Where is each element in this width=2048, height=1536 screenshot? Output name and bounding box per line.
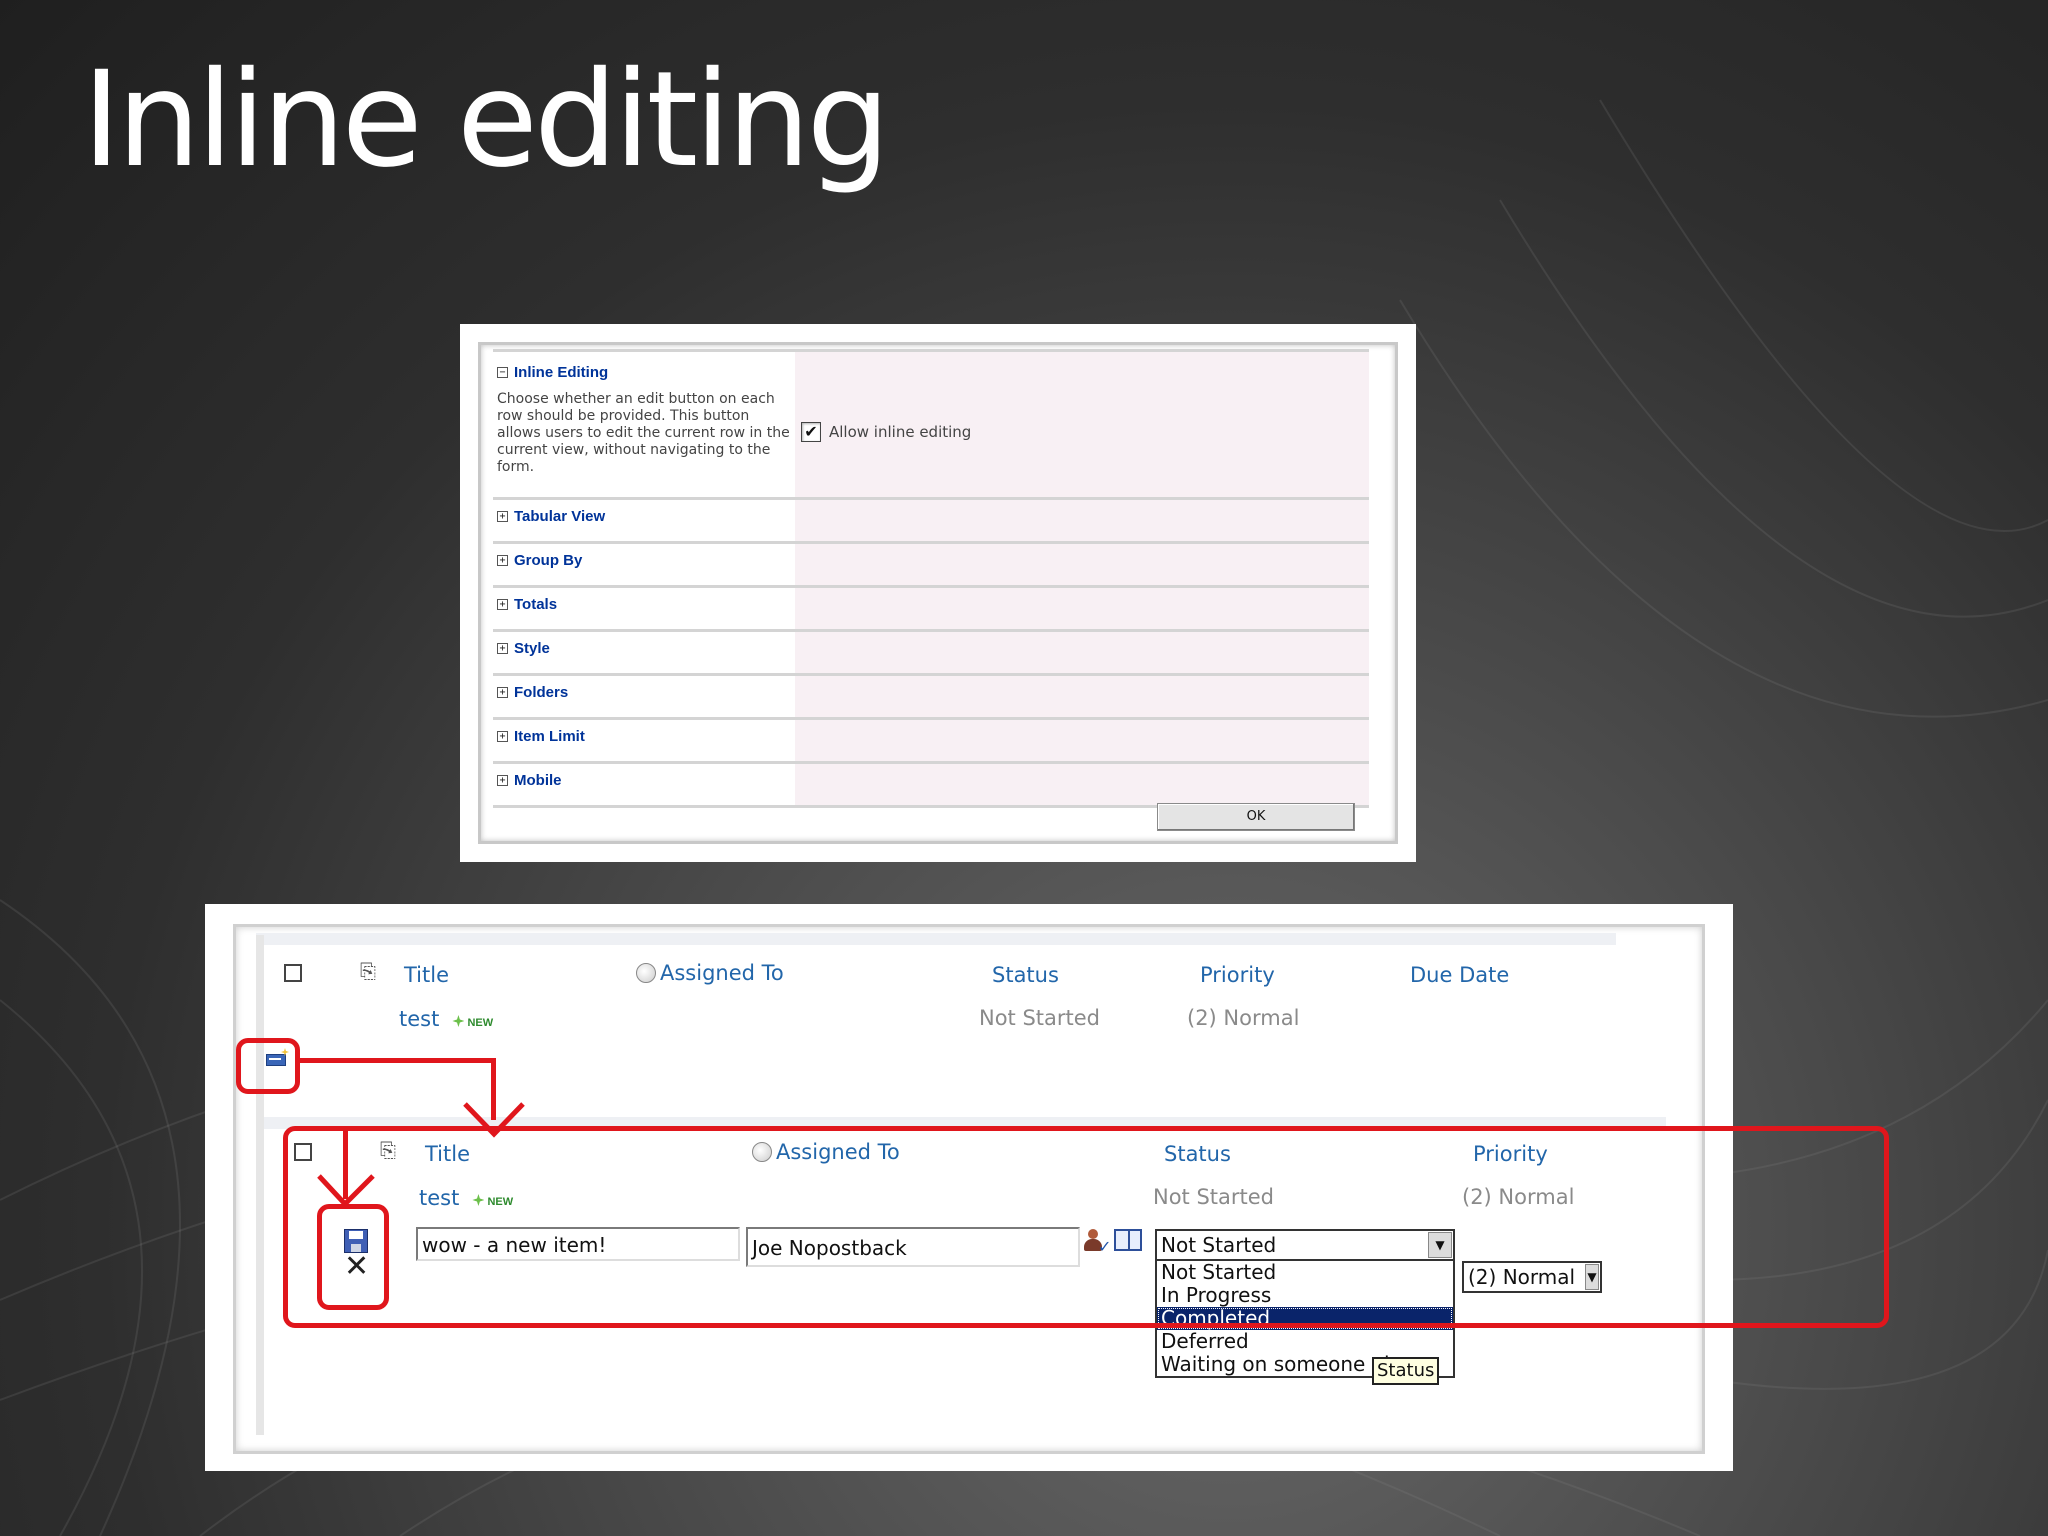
left-gutter xyxy=(256,935,264,1435)
attachment-icon: ⎘ xyxy=(360,959,376,983)
allow-inline-editing-row[interactable]: ✔ Allow inline editing xyxy=(801,422,971,442)
list-inline-edit-screenshot: ⎘ Title Assigned To Status Priority Due … xyxy=(205,904,1889,1471)
item-status: Not Started xyxy=(979,1006,1101,1030)
section-title[interactable]: Folders xyxy=(514,684,568,701)
section-title[interactable]: Totals xyxy=(514,596,557,613)
ok-button[interactable]: OK xyxy=(1157,803,1355,831)
view-settings-frame: − Inline Editing Choose whether an edit … xyxy=(478,342,1398,844)
list-header-bar xyxy=(256,933,1616,945)
allow-inline-editing-label[interactable]: Allow inline editing xyxy=(829,423,971,441)
expand-icon[interactable]: + xyxy=(497,599,508,610)
section-title[interactable]: Item Limit xyxy=(514,728,585,745)
expand-icon[interactable]: + xyxy=(497,687,508,698)
section-title-inline-editing[interactable]: Inline Editing xyxy=(514,364,608,381)
section-totals[interactable]: + Totals xyxy=(493,585,1369,629)
section-title[interactable]: Tabular View xyxy=(514,508,605,525)
column-header-assigned-to[interactable]: Assigned To xyxy=(636,961,784,985)
allow-inline-editing-checkbox[interactable]: ✔ xyxy=(801,422,821,442)
select-all-checkbox[interactable] xyxy=(284,964,302,982)
list-item: test NEW xyxy=(399,1007,493,1031)
section-tabular-view[interactable]: + Tabular View xyxy=(493,497,1369,541)
column-header-assigned-to-label[interactable]: Assigned To xyxy=(660,961,784,985)
settings-list: − Inline Editing Choose whether an edit … xyxy=(493,349,1369,808)
inline-editing-options: ✔ Allow inline editing xyxy=(795,352,1369,497)
section-folders[interactable]: + Folders xyxy=(493,673,1369,717)
slide-title: Inline editing xyxy=(82,43,890,197)
section-style[interactable]: + Style xyxy=(493,629,1369,673)
edit-icon-highlight xyxy=(236,1038,300,1094)
column-header-due-date[interactable]: Due Date xyxy=(1410,963,1509,987)
item-priority: (2) Normal xyxy=(1187,1006,1300,1030)
section-mobile[interactable]: + Mobile xyxy=(493,761,1369,805)
expand-icon[interactable]: + xyxy=(497,731,508,742)
edit-row-highlight xyxy=(283,1126,1889,1328)
annotation-arrow-line xyxy=(300,1058,496,1063)
section-title[interactable]: Group By xyxy=(514,552,582,569)
section-item-limit[interactable]: + Item Limit xyxy=(493,717,1369,761)
item-title-link[interactable]: test xyxy=(399,1007,439,1031)
expand-icon[interactable]: + xyxy=(497,775,508,786)
column-header-priority[interactable]: Priority xyxy=(1200,963,1275,987)
inline-editing-section: − Inline Editing Choose whether an edit … xyxy=(493,349,1369,497)
collapse-icon[interactable]: − xyxy=(497,367,508,378)
inline-editing-left: − Inline Editing Choose whether an edit … xyxy=(493,352,795,497)
expand-icon[interactable]: + xyxy=(497,643,508,654)
status-option[interactable]: Deferred xyxy=(1157,1330,1453,1353)
section-title[interactable]: Mobile xyxy=(514,772,562,789)
column-header-title[interactable]: Title xyxy=(404,963,449,987)
expand-icon[interactable]: + xyxy=(497,511,508,522)
view-settings-screenshot: − Inline Editing Choose whether an edit … xyxy=(460,324,1416,862)
inline-editing-header[interactable]: − Inline Editing xyxy=(497,364,791,381)
section-group-by[interactable]: + Group By xyxy=(493,541,1369,585)
inline-editing-description: Choose whether an edit button on each ro… xyxy=(497,391,790,475)
new-icon xyxy=(452,1015,465,1027)
presence-icon xyxy=(636,963,656,983)
column-header-status[interactable]: Status xyxy=(992,963,1059,987)
expand-icon[interactable]: + xyxy=(497,555,508,566)
save-cancel-highlight xyxy=(317,1204,389,1310)
section-title[interactable]: Style xyxy=(514,640,550,657)
new-badge: NEW xyxy=(467,1017,494,1029)
status-tooltip: Status xyxy=(1372,1357,1440,1385)
